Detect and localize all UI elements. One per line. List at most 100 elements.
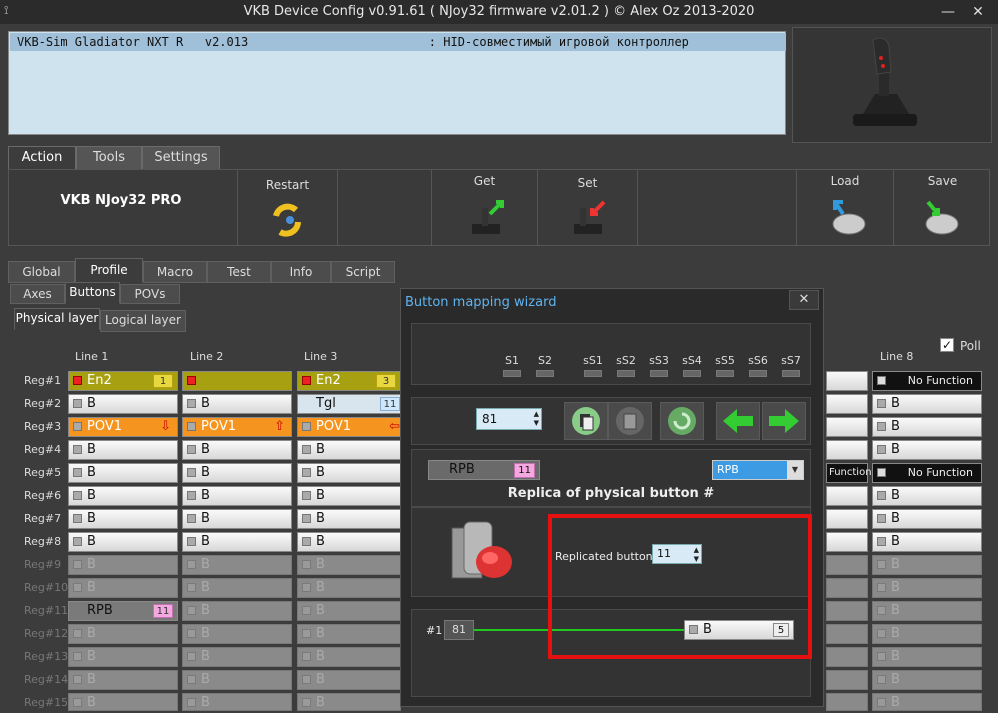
button-cell[interactable]: B — [872, 670, 982, 690]
tab-physical-layer[interactable]: Physical layer — [14, 308, 100, 330]
button-cell[interactable]: B — [872, 647, 982, 667]
button-cell[interactable] — [826, 693, 868, 711]
button-cell[interactable] — [826, 647, 868, 667]
button-cell[interactable]: B — [297, 624, 401, 644]
button-cell[interactable] — [826, 417, 868, 437]
button-cell[interactable]: POV1 ⇩ — [68, 417, 178, 437]
tab-action[interactable]: Action — [8, 146, 76, 170]
tab-povs[interactable]: POVs — [120, 284, 180, 304]
button-cell[interactable]: B — [182, 624, 292, 644]
refresh-button[interactable] — [660, 402, 704, 440]
save-icon[interactable] — [920, 194, 964, 238]
button-cell[interactable]: B — [68, 509, 178, 529]
button-cell[interactable]: B — [297, 509, 401, 529]
restart-icon[interactable] — [268, 202, 308, 238]
prev-button[interactable] — [716, 402, 760, 440]
button-cell[interactable] — [182, 371, 292, 391]
button-cell[interactable]: B — [68, 578, 178, 598]
button-cell[interactable]: B — [68, 486, 178, 506]
button-cell[interactable] — [826, 371, 868, 391]
button-cell[interactable]: En2 1 — [68, 371, 178, 391]
button-cell[interactable]: B — [182, 670, 292, 690]
button-cell[interactable]: B — [182, 693, 292, 711]
button-cell[interactable]: B — [297, 601, 401, 621]
button-cell[interactable]: B — [297, 532, 401, 552]
paste-button[interactable] — [608, 402, 652, 440]
minimize-button[interactable]: — — [938, 2, 958, 22]
button-cell[interactable]: B — [68, 670, 178, 690]
button-cell[interactable]: B — [297, 486, 401, 506]
tab-macro[interactable]: Macro — [143, 261, 207, 283]
get-icon[interactable] — [464, 194, 508, 238]
button-cell[interactable]: B — [872, 440, 982, 460]
button-cell[interactable]: B — [182, 647, 292, 667]
button-cell[interactable]: Tgl 11 — [297, 394, 401, 414]
button-cell[interactable]: B — [68, 693, 178, 711]
button-cell[interactable]: RPB 11 — [68, 601, 178, 621]
button-cell[interactable] — [826, 555, 868, 575]
button-cell[interactable]: B — [68, 532, 178, 552]
button-cell[interactable]: B — [182, 532, 292, 552]
button-cell[interactable]: B — [68, 440, 178, 460]
next-button[interactable] — [762, 402, 806, 440]
save-section[interactable]: Save — [894, 170, 991, 245]
button-cell[interactable]: B — [297, 555, 401, 575]
button-cell[interactable]: B — [297, 670, 401, 690]
button-cell[interactable]: B — [297, 578, 401, 598]
button-cell[interactable]: B — [182, 440, 292, 460]
tab-global[interactable]: Global — [8, 261, 75, 283]
button-cell[interactable]: Function — [826, 463, 872, 483]
button-cell[interactable]: B — [297, 463, 401, 483]
button-cell[interactable] — [826, 601, 868, 621]
button-number-spinner[interactable]: 81 ▲ ▼ — [476, 408, 542, 430]
close-button[interactable]: ✕ — [968, 2, 988, 22]
load-icon[interactable] — [827, 194, 871, 238]
restart-section[interactable]: Restart — [238, 170, 338, 245]
tab-info[interactable]: Info — [271, 261, 331, 283]
button-cell[interactable]: B — [68, 394, 178, 414]
button-cell[interactable]: En2 3 — [297, 371, 401, 391]
button-cell[interactable]: B — [872, 394, 982, 414]
button-cell[interactable]: No Function — [872, 463, 982, 483]
button-cell[interactable]: B — [297, 647, 401, 667]
button-cell[interactable]: B — [182, 601, 292, 621]
button-cell[interactable]: B — [872, 578, 982, 598]
button-cell[interactable]: No Function — [872, 371, 982, 391]
tab-axes[interactable]: Axes — [10, 284, 65, 304]
spinner-arrows-icon[interactable]: ▲ ▼ — [534, 410, 539, 428]
device-list[interactable]: VKB-Sim Gladiator NXT R v2.013 : HID-сов… — [8, 31, 786, 135]
tab-logical-layer[interactable]: Logical layer — [100, 310, 186, 332]
set-section[interactable]: Set — [538, 170, 638, 245]
button-cell[interactable]: B — [872, 624, 982, 644]
button-cell[interactable]: B — [182, 555, 292, 575]
button-cell[interactable]: POV1 ⇧ — [182, 417, 292, 437]
tab-settings[interactable]: Settings — [142, 146, 220, 170]
button-cell[interactable] — [826, 624, 868, 644]
load-section[interactable]: Load — [797, 170, 894, 245]
button-cell[interactable]: B — [872, 555, 982, 575]
button-cell[interactable]: B — [182, 509, 292, 529]
set-icon[interactable] — [566, 194, 610, 238]
button-cell[interactable]: B — [297, 693, 401, 711]
type-select[interactable]: RPB ▼ — [712, 460, 804, 480]
button-cell[interactable]: POV1 ⇦ — [297, 417, 401, 437]
button-cell[interactable]: B — [68, 463, 178, 483]
tab-tools[interactable]: Tools — [76, 146, 142, 170]
tab-buttons[interactable]: Buttons — [65, 282, 120, 304]
button-cell[interactable]: B — [297, 440, 401, 460]
button-cell[interactable] — [826, 532, 868, 552]
tab-profile[interactable]: Profile — [75, 258, 143, 283]
button-cell[interactable]: B — [182, 394, 292, 414]
button-cell[interactable]: B — [68, 624, 178, 644]
button-cell[interactable]: B — [68, 555, 178, 575]
button-cell[interactable] — [826, 670, 868, 690]
button-cell[interactable] — [826, 440, 868, 460]
copy-button[interactable] — [564, 402, 608, 440]
button-cell[interactable] — [826, 509, 868, 529]
button-cell[interactable]: B — [68, 647, 178, 667]
button-cell[interactable] — [826, 394, 868, 414]
button-cell[interactable] — [826, 578, 868, 598]
button-cell[interactable] — [826, 486, 868, 506]
device-row[interactable]: VKB-Sim Gladiator NXT R v2.013 : HID-сов… — [10, 33, 786, 51]
button-cell[interactable]: B — [872, 509, 982, 529]
